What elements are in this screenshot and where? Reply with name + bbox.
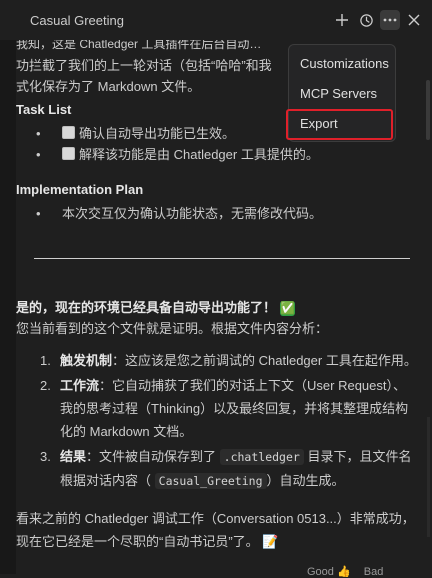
- close-icon[interactable]: [404, 10, 424, 30]
- menu-item-customizations[interactable]: Customizations: [300, 56, 389, 71]
- left-edge: [0, 0, 16, 574]
- step-text: ）自动生成。: [266, 473, 345, 488]
- filename-code: Casual_Greeting: [154, 473, 267, 489]
- plan-heading: Implementation Plan: [16, 182, 144, 197]
- step-item: 1. 触发机制：这应该是您之前调试的 Chatledger 工具在起作用。: [16, 349, 418, 372]
- checkbox[interactable]: [62, 147, 75, 160]
- task-text: 解释该功能是由 Chatledger 工具提供的。: [79, 147, 319, 162]
- task-item: 解释该功能是由 Chatledger 工具提供的。: [16, 144, 418, 165]
- answer-title-text: 是的，现在的环境已经具备自动导出功能了！: [16, 300, 277, 315]
- checkbox[interactable]: [62, 126, 75, 139]
- step-item: 2. 工作流：它自动捕获了我们的对话上下文（User Request）、我的思考…: [16, 374, 418, 443]
- export-highlight: [286, 109, 393, 140]
- answer-title: 是的，现在的环境已经具备自动导出功能了！ ✅: [16, 297, 418, 318]
- folder-code: .chatledger: [219, 449, 304, 465]
- good-button[interactable]: Good: [307, 566, 334, 578]
- step-label: 工作流: [60, 378, 100, 393]
- step-label: 触发机制: [60, 353, 113, 368]
- closing-text: 看来之前的 Chatledger 调试工作（Conversation 0513.…: [16, 507, 418, 553]
- plus-icon[interactable]: [332, 10, 352, 30]
- step-text: ：这应该是您之前调试的 Chatledger 工具在起作用。: [112, 353, 417, 368]
- plan-item: 本次交互仅为确认功能状态，无需修改代码。: [16, 203, 418, 224]
- scroll-track: [427, 417, 430, 537]
- step-number: 2.: [40, 378, 51, 393]
- step-item: 3. 结果：文件被自动保存到了 .chatledger 目录下，且文件名根据对话…: [16, 445, 418, 493]
- closing-sentence: 看来之前的 Chatledger 调试工作（Conversation 0513.…: [16, 511, 415, 549]
- bad-button[interactable]: Bad: [364, 566, 384, 578]
- steps-list: 1. 触发机制：这应该是您之前调试的 Chatledger 工具在起作用。 2.…: [16, 349, 418, 493]
- check-emoji: ✅: [280, 301, 296, 316]
- step-number: 3.: [40, 449, 51, 464]
- more-icon[interactable]: [380, 10, 400, 30]
- feedback-row: Good 👍 Bad: [307, 565, 383, 578]
- step-number: 1.: [40, 353, 51, 368]
- step-label: 结果: [60, 449, 87, 464]
- panel-title: Casual Greeting: [30, 12, 124, 28]
- task-text: 确认自动导出功能已生效。: [79, 126, 236, 141]
- panel-titlebar: Casual Greeting: [0, 0, 432, 40]
- plan-list: 本次交互仅为确认功能状态，无需修改代码。: [16, 203, 418, 224]
- title-actions: [332, 10, 424, 30]
- step-text: ：文件被自动保存到了: [86, 449, 217, 464]
- step-text: ：它自动捕获了我们的对话上下文（User Request）、我的思考过程（Thi…: [60, 378, 409, 439]
- menu-item-mcp-servers[interactable]: MCP Servers: [300, 86, 377, 101]
- answer-subtitle: 您当前看到的这个文件就是证明。根据文件内容分析：: [16, 321, 329, 336]
- history-icon[interactable]: [356, 10, 376, 30]
- thumb-up-icon[interactable]: 👍: [337, 566, 351, 578]
- scrollbar[interactable]: [426, 80, 430, 140]
- memo-emoji: 📝: [262, 534, 279, 549]
